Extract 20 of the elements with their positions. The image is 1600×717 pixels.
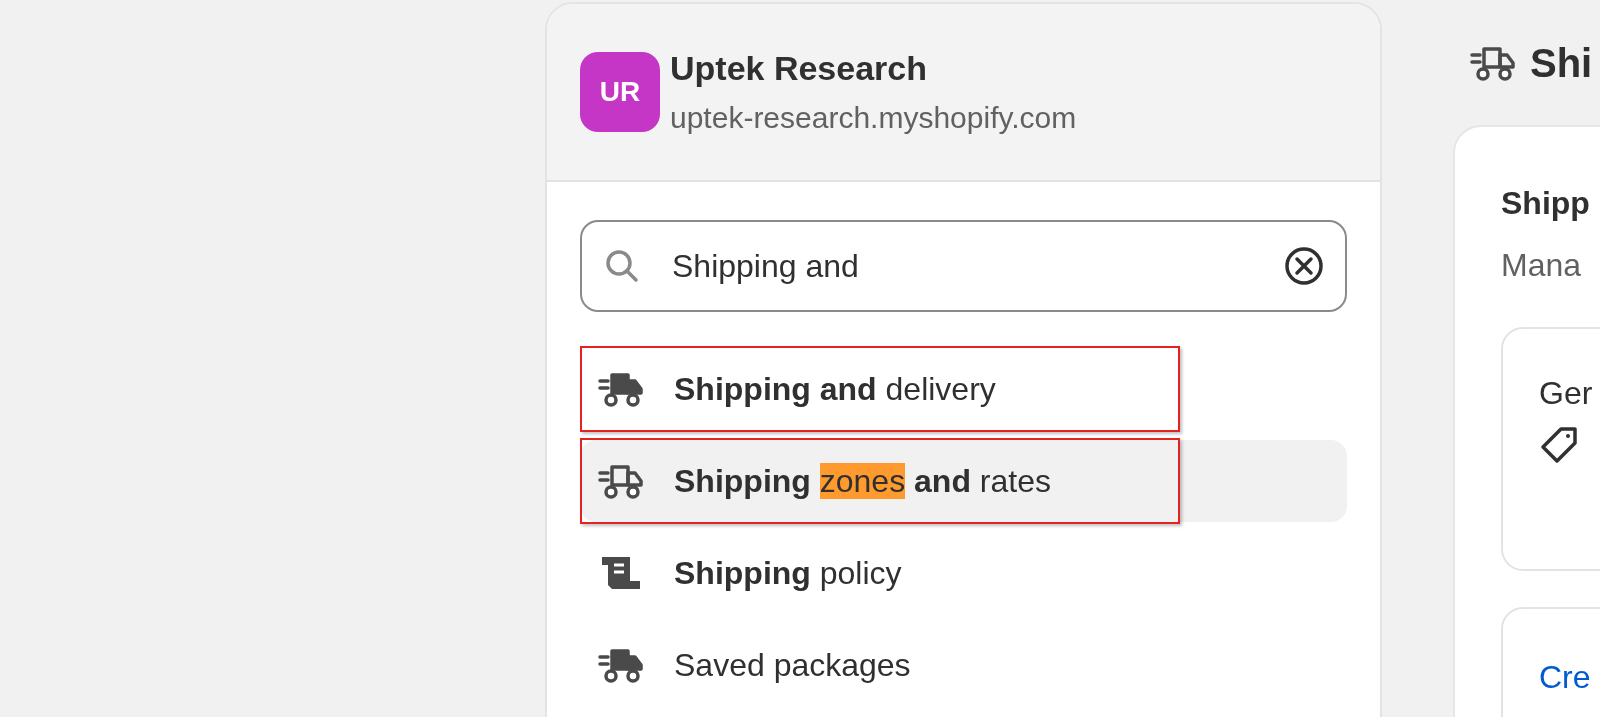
search-result[interactable]: Saved packages (580, 624, 1347, 706)
result-label: Saved packages (674, 646, 911, 685)
section-title: Shipp (1501, 184, 1591, 223)
search-bar[interactable]: Shipping and (580, 220, 1347, 312)
result-label: Shipping and delivery (674, 370, 996, 409)
result-label: Shipping policy (674, 554, 902, 593)
clear-icon[interactable] (1283, 245, 1325, 287)
section-description: Mana (1501, 246, 1583, 285)
store-domain: uptek-research.myshopify.com (670, 103, 1077, 133)
create-link[interactable]: Cre (1539, 659, 1591, 695)
result-label: Shipping zones and rates (674, 462, 1051, 501)
store-name: Uptek Research (670, 51, 928, 85)
search-result[interactable]: Shipping policy (580, 532, 1347, 614)
search-result[interactable]: Shipping and delivery (580, 348, 1347, 430)
store-avatar: UR (580, 52, 660, 132)
search-result[interactable]: Shipping zones and rates (580, 440, 1347, 522)
tag-icon (1539, 425, 1579, 465)
card-title: Ger (1539, 374, 1594, 413)
search-input[interactable]: Shipping and (672, 242, 1253, 290)
page-title: Shi (1530, 39, 1593, 87)
